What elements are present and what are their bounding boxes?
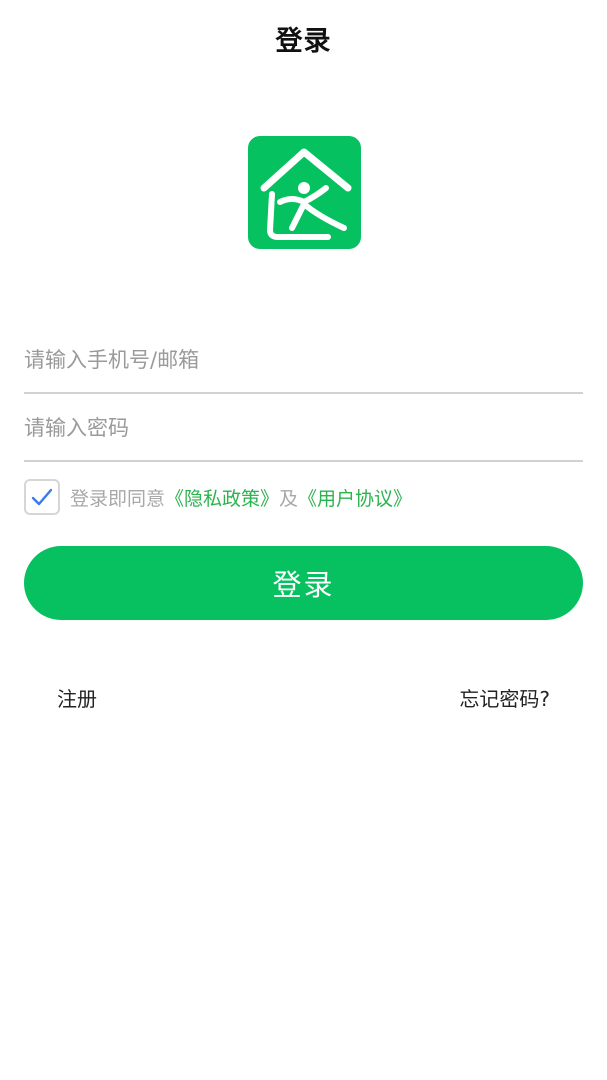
house-person-logo-icon (248, 136, 361, 249)
top-bar: 登录 (0, 0, 607, 76)
login-button[interactable]: 登录 (24, 546, 583, 620)
register-link[interactable]: 注册 (57, 683, 97, 712)
agreement-checkbox[interactable] (24, 479, 60, 515)
privacy-policy-link[interactable]: 《隐私政策》 (165, 488, 279, 510)
password-input[interactable] (24, 396, 583, 460)
agreement-row: 登录即同意《隐私政策》及《用户协议》 (24, 477, 412, 517)
agreement-text: 登录即同意《隐私政策》及《用户协议》 (70, 484, 412, 511)
agreement-prefix: 登录即同意 (70, 487, 166, 510)
user-agreement-link[interactable]: 《用户协议》 (298, 488, 412, 510)
password-field[interactable] (24, 396, 583, 462)
phone-email-input[interactable] (24, 328, 583, 392)
checkmark-icon (31, 488, 53, 506)
agreement-conjunction: 及 (279, 487, 299, 510)
page-title: 登录 (275, 25, 332, 57)
phone-email-field[interactable] (24, 328, 583, 394)
forgot-password-link[interactable]: 忘记密码? (459, 683, 550, 712)
